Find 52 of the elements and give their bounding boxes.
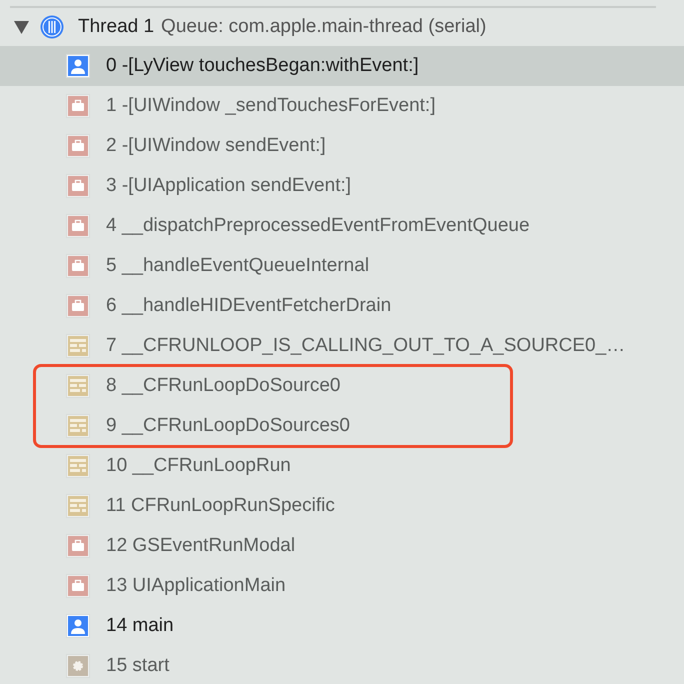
thread-icon [40,15,64,39]
frame-label: 13 UIApplicationMain [106,575,286,597]
stack-frame-row[interactable]: 8 __CFRunLoopDoSource0 [0,366,684,406]
briefcase-icon [66,294,90,318]
stack-frame-row[interactable]: 3 -[UIApplication sendEvent:] [0,166,684,206]
briefcase-icon [66,214,90,238]
frame-label: 10 __CFRunLoopRun [106,455,291,477]
frame-label: 14 main [106,615,174,637]
stack-frame-row[interactable]: 13 UIApplicationMain [0,566,684,606]
briefcase-icon [66,574,90,598]
stack-frame-row[interactable]: 5 __handleEventQueueInternal [0,246,684,286]
frame-label: 5 __handleEventQueueInternal [106,255,370,277]
stack-frame-row[interactable]: 12 GSEventRunModal [0,526,684,566]
frame-label: 6 __handleHIDEventFetcherDrain [106,295,392,317]
gear-icon [66,654,90,678]
frame-label: 0 -[LyView touchesBegan:withEvent:] [106,55,419,77]
frame-label: 12 GSEventRunModal [106,535,296,557]
user-icon [66,54,90,78]
frame-label: 8 __CFRunLoopDoSource0 [106,375,340,397]
table-icon [66,334,90,358]
briefcase-icon [66,534,90,558]
stack-frame-row[interactable]: 11 CFRunLoopRunSpecific [0,486,684,526]
frame-label: 4 __dispatchPreprocessedEventFromEventQueue [106,215,530,237]
stack-frame-row[interactable]: 10 __CFRunLoopRun [0,446,684,486]
frame-label: 3 -[UIApplication sendEvent:] [106,175,352,197]
stack-frame-row[interactable]: 4 __dispatchPreprocessedEventFromEventQueue [0,206,684,246]
table-icon [66,494,90,518]
thread-title: Thread 1 [78,16,154,38]
briefcase-icon [66,254,90,278]
stack-frame-row[interactable]: 6 __handleHIDEventFetcherDrain [0,286,684,326]
frame-label: 11 CFRunLoopRunSpecific [106,495,335,517]
stack-frame-row[interactable]: 7 __CFRUNLOOP_IS_CALLING_OUT_TO_A_SOURCE0_… [0,326,684,366]
frame-label: 9 __CFRunLoopDoSources0 [106,415,350,437]
stack-frame-row[interactable]: 0 -[LyView touchesBegan:withEvent:] [0,46,684,86]
briefcase-icon [66,174,90,198]
queue-label: Queue: com.apple.main-thread (serial) [161,16,486,38]
briefcase-icon [66,134,90,158]
frame-label: 1 -[UIWindow _sendTouchesForEvent:] [106,95,436,117]
briefcase-icon [66,94,90,118]
frame-label: 2 -[UIWindow sendEvent:] [106,135,326,157]
stack-frame-row[interactable]: 9 __CFRunLoopDoSources0 [0,406,684,446]
stack-frame-row[interactable]: 15 start [0,646,684,684]
frame-label: 15 start [106,655,170,677]
table-icon [66,454,90,478]
user-icon [66,614,90,638]
stack-frame-row[interactable]: 2 -[UIWindow sendEvent:] [0,126,684,166]
frame-label: 7 __CFRUNLOOP_IS_CALLING_OUT_TO_A_SOURCE0_… [106,335,626,357]
table-icon [66,374,90,398]
stack-frame-row[interactable]: 1 -[UIWindow _sendTouchesForEvent:] [0,86,684,126]
table-icon [66,414,90,438]
disclosure-triangle-icon[interactable] [14,20,29,34]
stack-frame-row[interactable]: 14 main [0,606,684,646]
